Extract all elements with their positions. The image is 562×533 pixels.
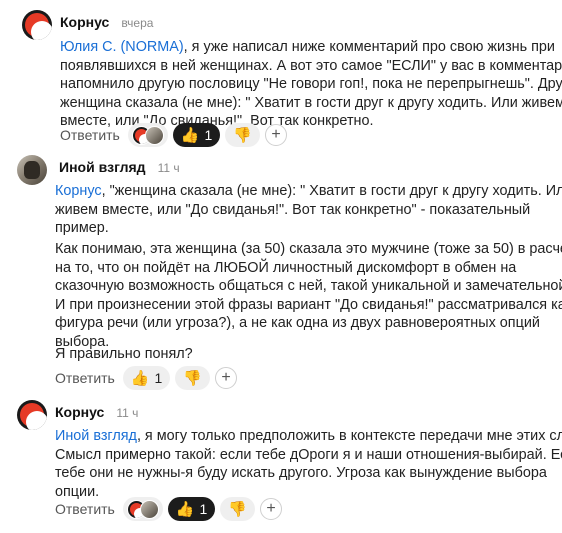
comment-actions: Ответить 👍 1 👎 + bbox=[55, 497, 283, 521]
reactors-avatars[interactable] bbox=[122, 497, 163, 521]
reactors-avatars[interactable] bbox=[127, 123, 168, 147]
comment-line: напомнило другую пословицу "Не говори го… bbox=[60, 76, 562, 92]
timestamp: вчера bbox=[121, 16, 154, 30]
comment-actions: Ответить 👍 1 👎 + bbox=[55, 366, 238, 390]
comment-line: фигура речи (или угроза?), а не как одна… bbox=[55, 315, 540, 331]
comment-text: Корнус, "женщина сказала (не мне): " Хва… bbox=[55, 182, 562, 238]
avatar[interactable] bbox=[22, 10, 52, 40]
comment-line: на то, что он пойдёт на ЛЮБОЙ личностный… bbox=[55, 259, 517, 276]
comment-line: тебе они не нужны-я буду искать другого.… bbox=[55, 465, 547, 481]
like-count: 1 bbox=[199, 501, 208, 517]
comment-text: Юлия С. (NORMA), я уже написал ниже комм… bbox=[60, 38, 562, 131]
author-name[interactable]: Корнус bbox=[60, 14, 109, 30]
thumbs-down-icon: 👎 bbox=[228, 500, 248, 518]
reply-button[interactable]: Ответить bbox=[60, 127, 120, 143]
mention-link[interactable]: Корнус bbox=[55, 183, 102, 199]
avatar[interactable] bbox=[17, 155, 47, 185]
like-count: 1 bbox=[204, 127, 213, 143]
author-name[interactable]: Корнус bbox=[55, 404, 104, 420]
thumbs-up-icon: 👍 bbox=[175, 500, 195, 518]
thumbs-down-icon: 👎 bbox=[183, 369, 203, 387]
add-reaction-button[interactable]: + bbox=[265, 124, 288, 146]
comment-line: И при произнесении этой фразы вариант "Д… bbox=[55, 296, 562, 313]
like-button[interactable]: 👍 1 bbox=[167, 497, 216, 521]
comment-line: , "женщина сказала (не мне): " Хватит в … bbox=[101, 183, 562, 199]
author-name[interactable]: Иной взгляд bbox=[59, 159, 146, 175]
mention-link[interactable]: Иной взгляд bbox=[55, 428, 137, 444]
comment-paragraph: Я правильно понял? bbox=[55, 345, 193, 364]
comment-line: живем вместе, или "До свиданья!". Вот та… bbox=[55, 201, 531, 218]
add-reaction-button[interactable]: + bbox=[260, 498, 283, 520]
comment-line: Как понимаю, эта женщина (за 50) сказала… bbox=[55, 241, 562, 257]
comment-line: Смысл примерно такой: если тебе дОроги я… bbox=[55, 446, 562, 463]
timestamp: 11 ч bbox=[157, 161, 180, 175]
thumbs-up-icon: 👍 bbox=[130, 369, 150, 387]
comment-paragraph: Как понимаю, эта женщина (за 50) сказала… bbox=[55, 240, 562, 351]
like-button[interactable]: 👍 1 bbox=[172, 123, 221, 147]
like-count: 1 bbox=[154, 370, 163, 386]
thumbs-up-icon: 👍 bbox=[180, 126, 200, 144]
mention-link[interactable]: Юлия С. (NORMA) bbox=[60, 39, 184, 55]
dislike-button[interactable]: 👎 bbox=[175, 366, 211, 390]
comment-line: , я уже написал ниже комментарий про сво… bbox=[183, 39, 555, 55]
reply-button[interactable]: Ответить bbox=[55, 501, 115, 517]
comment-line: Я правильно понял? bbox=[55, 346, 193, 362]
comment-line: женщина сказала (не мне): " Хватит в гос… bbox=[60, 94, 562, 111]
dislike-button[interactable]: 👎 bbox=[220, 497, 256, 521]
comment-line: пример. bbox=[55, 220, 109, 236]
add-reaction-button[interactable]: + bbox=[215, 367, 238, 389]
timestamp: 11 ч bbox=[116, 406, 139, 420]
comment-line: , я могу только предположить в контексте… bbox=[136, 428, 562, 444]
thumbs-down-icon: 👎 bbox=[233, 126, 253, 144]
avatar[interactable] bbox=[17, 400, 47, 430]
reactor-avatar bbox=[139, 499, 159, 519]
comment-line: сказочную возможность общаться с ней, та… bbox=[55, 278, 562, 294]
comment-text: Иной взгляд, я могу только предположить … bbox=[55, 427, 562, 501]
comment-header: Корнус вчера bbox=[60, 14, 153, 30]
dislike-button[interactable]: 👎 bbox=[225, 123, 261, 147]
comment-line: появлявшихся в ней женщинах. А вот это с… bbox=[60, 57, 562, 74]
comment-header: Иной взгляд 11 ч bbox=[59, 159, 180, 175]
reply-button[interactable]: Ответить bbox=[55, 370, 115, 386]
comment-actions: Ответить 👍 1 👎 + bbox=[60, 123, 288, 147]
like-button[interactable]: 👍 1 bbox=[122, 366, 171, 390]
reactor-avatar bbox=[144, 125, 164, 145]
comment-header: Корнус 11 ч bbox=[55, 404, 138, 420]
